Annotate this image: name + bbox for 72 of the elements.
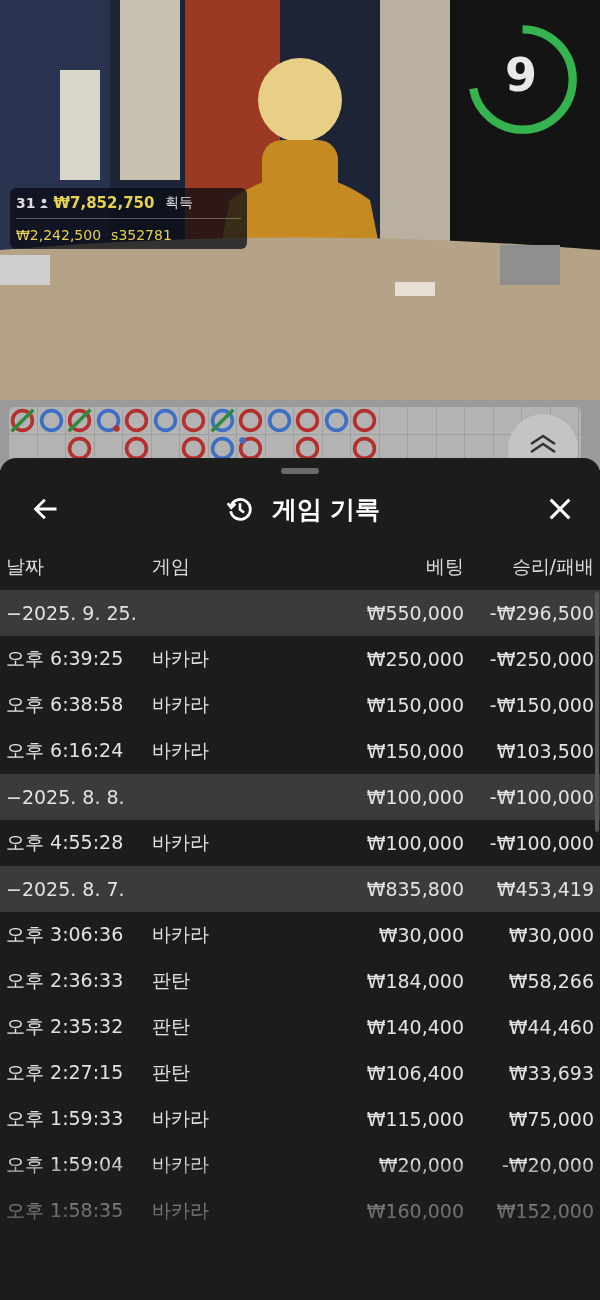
player-count: 31 [16, 195, 36, 211]
table-cell-text: ₩58,266 [507, 970, 594, 992]
double-chevron-icon [528, 434, 558, 454]
table-cell-text: -₩100,000 [488, 786, 594, 808]
table-cell-text: ₩103,500 [495, 740, 594, 762]
table-cell-text: 바카라 [152, 1152, 210, 1177]
table-cell-text: -₩250,000 [488, 648, 594, 670]
date-group-row[interactable]: −2025. 8. 8. ₩100,000 -₩100,000 [0, 774, 600, 820]
table-cell-text: ₩44,460 [507, 1016, 594, 1038]
column-header: 베팅 [425, 554, 464, 579]
table-cell-text: ₩100,000 [365, 832, 464, 854]
table-cell-text: 바카라 [152, 692, 210, 717]
table-cell-text: ₩33,693 [507, 1062, 594, 1084]
table-cell-text: ₩30,000 [507, 924, 594, 946]
countdown-number: 9 [505, 52, 537, 98]
table-cell-text: 바카라 [152, 922, 210, 947]
table-cell-text: 오후 6:16:24 [6, 738, 125, 763]
date-group-row[interactable]: −2025. 8. 7. ₩835,800 ₩453,419 [0, 866, 600, 912]
table-cell-text: 오후 1:59:04 [6, 1152, 125, 1177]
column-header: 승리/패배 [510, 554, 594, 579]
table-cell-text: -₩20,000 [500, 1154, 594, 1176]
table-cell-text: −2025. 8. 7. [6, 878, 126, 900]
table-cell-text: 오후 4:55:28 [6, 830, 125, 855]
table-cell-text: ₩20,000 [377, 1154, 464, 1176]
table-cell-text: ₩30,000 [377, 924, 464, 946]
table-cell-text: 오후 2:36:33 [6, 968, 125, 993]
bettor-id: s352781 [111, 227, 172, 243]
table-cell-text: −2025. 9. 25. [6, 602, 138, 624]
person-icon [39, 198, 50, 208]
column-header: 날짜 [6, 554, 45, 579]
winnings-amount: ₩7,852,750 [53, 194, 155, 212]
winnings-label: 획득 [164, 194, 193, 212]
table-cell-text: ₩150,000 [365, 740, 464, 762]
table-cell-text: ₩152,000 [495, 1200, 594, 1222]
table-cell-text: 오후 1:59:33 [6, 1106, 125, 1131]
table-cell-text: ₩75,000 [507, 1108, 594, 1130]
table-cell-text: 오후 2:27:15 [6, 1060, 125, 1085]
sheet-title: 게임 기록 [271, 493, 381, 526]
history-icon [225, 495, 254, 523]
table-cell-text: -₩296,500 [488, 602, 594, 624]
table-cell-text: -₩100,000 [488, 832, 594, 854]
table-cell-text: 오후 6:38:58 [6, 692, 125, 717]
table-cell-text: -₩150,000 [488, 694, 594, 716]
table-cell-text: 판탄 [152, 968, 191, 993]
column-header: 게임 [152, 554, 191, 579]
table-cell-text: ₩160,000 [365, 1200, 464, 1222]
table-cell-text: ₩835,800 [365, 878, 464, 900]
table-cell-text: ₩115,000 [365, 1108, 464, 1130]
table-cell-text: 바카라 [152, 1106, 210, 1131]
table-cell-text: ₩150,000 [365, 694, 464, 716]
table-cell-text: ₩250,000 [365, 648, 464, 670]
total-amount: ₩2,242,500 [16, 227, 102, 243]
table-cell-text: 판탄 [152, 1060, 191, 1085]
table-cell-text: ₩453,419 [495, 878, 594, 900]
table-cell-text: ₩100,000 [365, 786, 464, 808]
table-cell-text: 판탄 [152, 1014, 191, 1039]
table-cell-text: 오후 2:35:32 [6, 1014, 125, 1039]
table-cell-text: −2025. 8. 8. [6, 786, 126, 808]
table-cell-text: ₩106,400 [365, 1062, 464, 1084]
table-cell-text: ₩550,000 [365, 602, 464, 624]
table-cell-text: 오후 1:58:35 [6, 1198, 125, 1223]
table-cell-text: ₩184,000 [365, 970, 464, 992]
table-cell-text: 바카라 [152, 830, 210, 855]
table-cell-text: 바카라 [152, 738, 210, 763]
table-cell-text: 오후 3:06:36 [6, 922, 125, 947]
drag-handle[interactable] [281, 468, 319, 474]
table-cell-text: 바카라 [152, 1198, 210, 1223]
table-cell-text: ₩140,400 [365, 1016, 464, 1038]
table-cell-text: 오후 6:39:25 [6, 646, 125, 671]
date-group-row[interactable]: −2025. 9. 25. ₩550,000 -₩296,500 [0, 590, 600, 636]
table-cell-text: 바카라 [152, 646, 210, 671]
scrollbar[interactable] [595, 592, 599, 832]
